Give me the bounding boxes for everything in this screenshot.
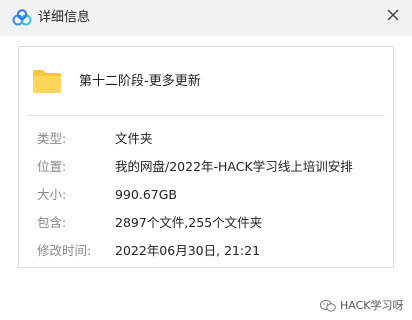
folder-icon	[33, 70, 61, 93]
detail-label: 类型:	[37, 131, 67, 146]
detail-value: 我的网盘/2022年-HACK学习线上培训安排	[115, 159, 353, 174]
detail-value: 990.67GB	[115, 187, 177, 202]
watermark-text: HACK学习呀	[340, 299, 404, 312]
file-details-dialog: 详细信息 第十二阶段-更多更新 类型: 文件夹 位置: 我的网盘/2022年-H…	[0, 0, 412, 320]
detail-value: 文件夹	[115, 131, 153, 146]
detail-value: 2022年06月30日, 21:21	[115, 243, 261, 258]
detail-row-contains: 包含: 2897个文件,255个文件夹	[19, 213, 395, 233]
detail-label: 包含:	[37, 215, 67, 230]
detail-label: 位置:	[37, 159, 67, 174]
detail-row-size: 大小: 990.67GB	[19, 185, 395, 205]
detail-row-location: 位置: 我的网盘/2022年-HACK学习线上培训安排	[19, 157, 395, 177]
title-bar: 详细信息	[0, 0, 412, 36]
close-icon[interactable]	[382, 4, 404, 26]
details-panel: 第十二阶段-更多更新 类型: 文件夹 位置: 我的网盘/2022年-HACK学习…	[18, 46, 394, 268]
wechat-icon	[320, 299, 336, 312]
detail-label: 修改时间:	[37, 243, 92, 258]
detail-row-type: 类型: 文件夹	[19, 129, 395, 149]
detail-label: 大小:	[37, 187, 67, 202]
divider	[27, 115, 385, 116]
detail-row-modified: 修改时间: 2022年06月30日, 21:21	[19, 241, 395, 261]
detail-value: 2897个文件,255个文件夹	[115, 215, 263, 230]
file-name: 第十二阶段-更多更新	[79, 74, 201, 89]
window-title: 详细信息	[38, 10, 91, 25]
baidu-netdisk-cloud-icon	[12, 9, 32, 26]
